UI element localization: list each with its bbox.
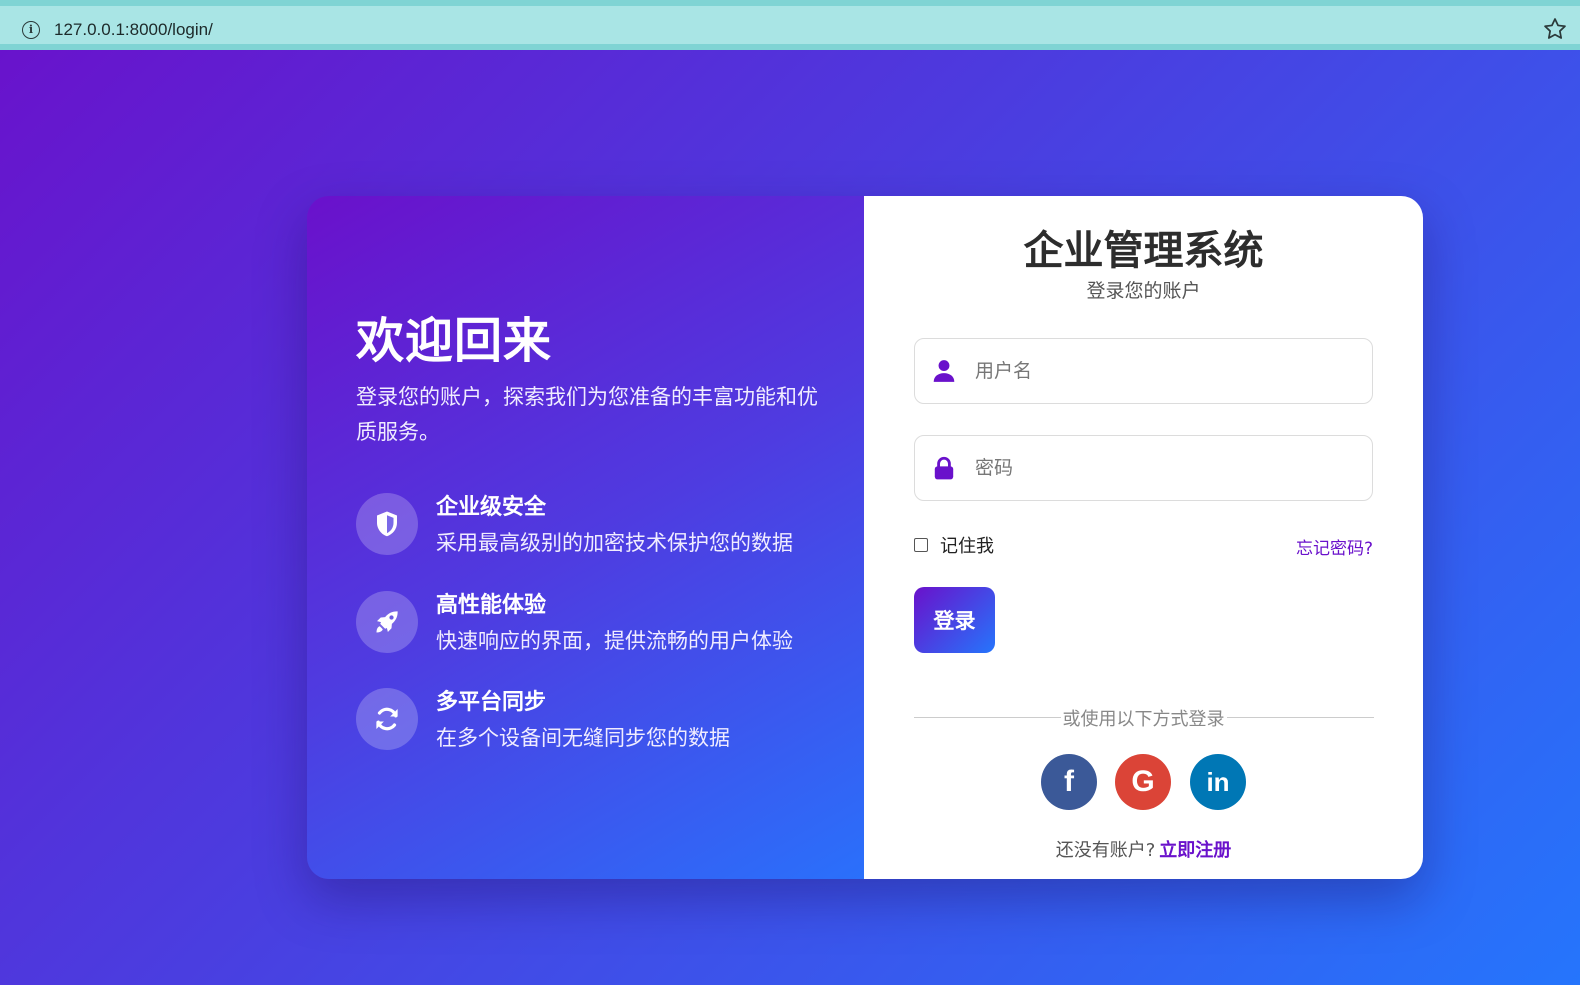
remember-me[interactable]: 记住我 (914, 533, 994, 557)
welcome-title: 欢迎回来 (356, 315, 553, 368)
lock-icon (934, 456, 954, 480)
system-subtitle: 登录您的账户 (1086, 280, 1201, 302)
address-bar[interactable]: i 127.0.0.1:8000/login/ (0, 6, 1580, 44)
username-input[interactable] (975, 339, 1355, 403)
welcome-panel: 欢迎回来 登录您的账户，探索我们为您准备的丰富功能和优质服务。 企业级安全 采用… (307, 196, 864, 879)
linkedin-icon[interactable]: in (1190, 754, 1246, 810)
facebook-glyph: f (1064, 765, 1074, 798)
forgot-password-link[interactable]: 忘记密码? (1296, 534, 1373, 559)
feature-description: 在多个设备间无缝同步您的数据 (436, 726, 730, 750)
browser-bar: i 127.0.0.1:8000/login/ (0, 0, 1580, 50)
url-text[interactable]: 127.0.0.1:8000/login/ (54, 20, 213, 40)
facebook-icon[interactable]: f (1041, 754, 1097, 810)
feature-title: 多平台同步 (436, 690, 547, 715)
google-glyph: G (1131, 765, 1155, 798)
system-title: 企业管理系统 (1023, 228, 1264, 274)
register-link[interactable]: 立即注册 (1159, 840, 1231, 861)
login-card: 欢迎回来 登录您的账户，探索我们为您准备的丰富功能和优质服务。 企业级安全 采用… (307, 196, 1423, 879)
google-icon[interactable]: G (1115, 754, 1171, 810)
remember-checkbox[interactable] (914, 538, 928, 552)
feature-title: 企业级安全 (436, 495, 547, 520)
shield-icon (356, 493, 418, 555)
feature-title: 高性能体验 (436, 593, 547, 618)
welcome-description: 登录您的账户，探索我们为您准备的丰富功能和优质服务。 (356, 385, 818, 444)
sync-icon (356, 688, 418, 750)
remember-label[interactable]: 记住我 (940, 532, 994, 558)
register-text: 还没有账户? (1055, 840, 1156, 861)
info-icon[interactable]: i (22, 21, 40, 39)
login-button[interactable]: 登录 (914, 587, 995, 653)
star-icon[interactable] (1542, 16, 1568, 42)
user-icon (933, 360, 955, 382)
feature-description: 采用最高级别的加密技术保护您的数据 (436, 531, 793, 555)
divider-text: 或使用以下方式登录 (864, 705, 1423, 731)
feature-description: 快速响应的界面，提供流畅的用户体验 (436, 629, 793, 653)
divider-label: 或使用以下方式登录 (1060, 709, 1227, 730)
login-form-panel: 企业管理系统 登录您的账户 记住我 忘记密码? 登录 或使用以下方式登录 (864, 196, 1423, 879)
register-prompt: 还没有账户? 立即注册 (864, 836, 1423, 862)
rocket-icon (356, 591, 418, 653)
password-field[interactable] (914, 435, 1373, 501)
username-field[interactable] (914, 338, 1373, 404)
feature-security: 企业级安全 采用最高级别的加密技术保护您的数据 (356, 493, 836, 557)
linkedin-glyph: in (1206, 766, 1230, 797)
feature-performance: 高性能体验 快速响应的界面，提供流畅的用户体验 (356, 591, 836, 655)
password-input[interactable] (975, 436, 1355, 500)
feature-sync: 多平台同步 在多个设备间无缝同步您的数据 (356, 688, 836, 752)
